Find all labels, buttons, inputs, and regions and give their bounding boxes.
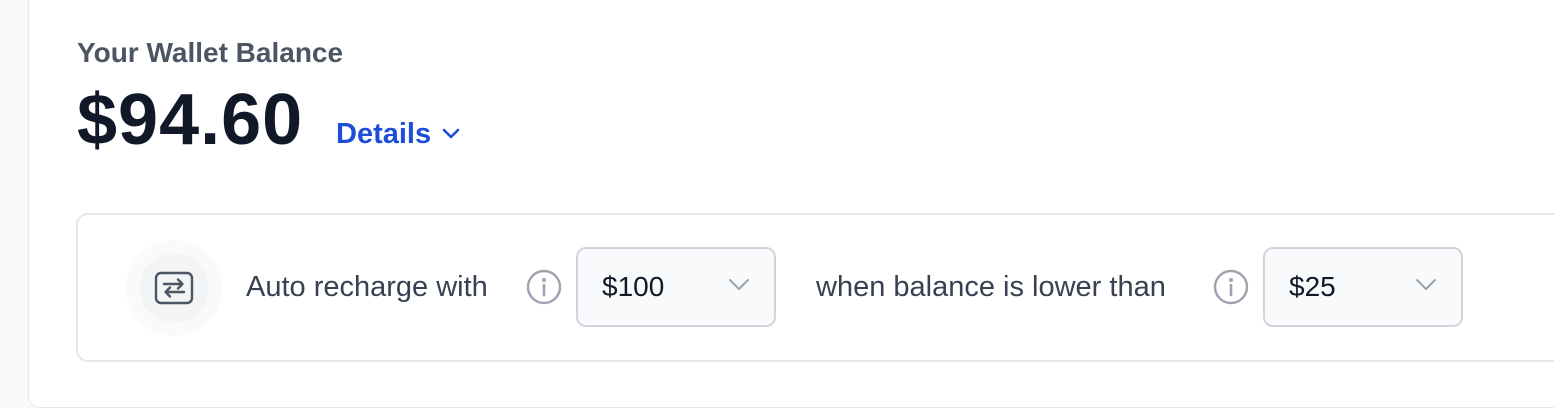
wallet-balance-amount: $94.60 (77, 80, 304, 160)
chevron-down-icon (1415, 278, 1437, 297)
details-toggle[interactable]: Details (336, 113, 461, 155)
chevron-down-icon (728, 278, 750, 297)
threshold-value: $25 (1289, 271, 1336, 302)
threshold-label: when balance is lower than (816, 271, 1166, 303)
info-icon[interactable] (1213, 269, 1249, 305)
wallet-balance-label: Your Wallet Balance (77, 37, 344, 68)
info-icon[interactable] (526, 269, 562, 305)
recharge-amount-value: $100 (602, 271, 665, 302)
recharge-icon (126, 240, 222, 336)
threshold-select[interactable]: $25 (1263, 247, 1463, 327)
chevron-down-icon (441, 127, 461, 141)
auto-recharge-label: Auto recharge with (246, 271, 488, 303)
recharge-amount-select[interactable]: $100 (576, 247, 776, 327)
details-label: Details (336, 117, 432, 150)
